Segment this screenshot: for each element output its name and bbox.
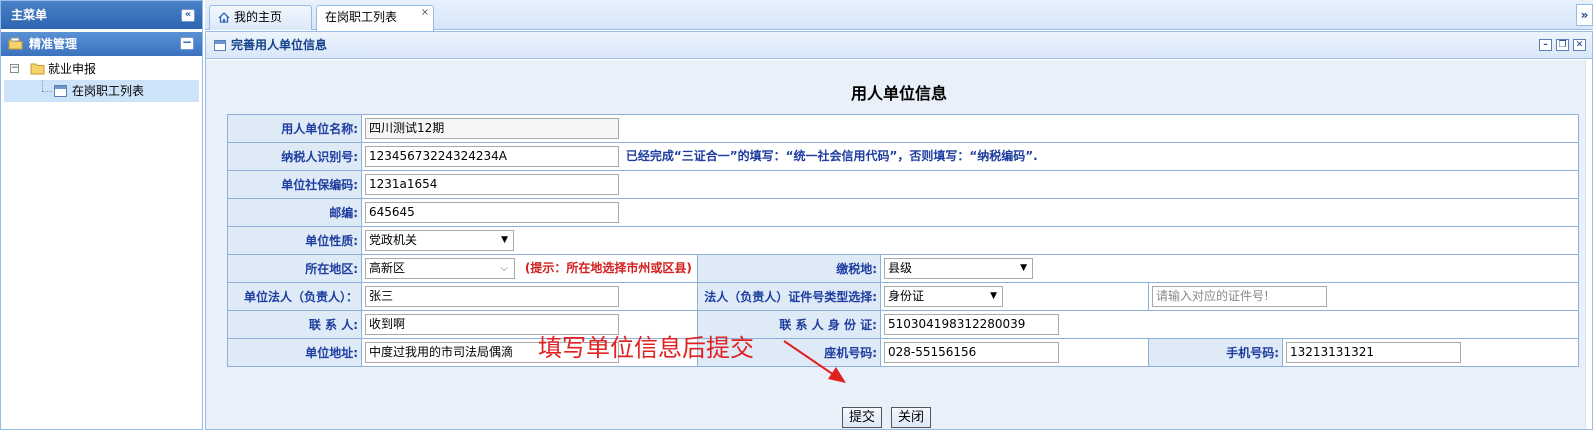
form-row: 纳税人识别号: 12345673224324234A 已经完成“三证合一”的填写… <box>227 142 1580 171</box>
form-heading: 用人单位信息 <box>850 84 947 103</box>
landline-field[interactable]: 028-55156156 <box>884 342 1059 363</box>
region-hint: (提示：所在地选择市州或区县) <box>524 261 692 275</box>
taxpayer-id-label: 纳税人识别号: <box>227 142 362 171</box>
sidebar-header: 主菜单 « <box>1 1 202 29</box>
contact-label: 联 系 人: <box>227 310 362 339</box>
tab-my-home[interactable]: 我的主页 <box>209 5 312 30</box>
tax-place-select[interactable]: 县级 ▼ <box>884 258 1033 279</box>
tab-bar: 我的主页 在岗职工列表 × » <box>205 0 1593 31</box>
submit-button[interactable]: 提交 <box>842 407 882 428</box>
legal-person-label: 单位法人（负责人）： <box>227 282 362 311</box>
tab-employee-list[interactable]: 在岗职工列表 × <box>316 5 434 31</box>
form-row: 单位性质: 党政机关 ▼ <box>227 226 1580 255</box>
id-type-value: 身份证 <box>888 289 925 303</box>
tree-connector <box>42 91 52 92</box>
form-cell: 党政机关 ▼ <box>360 226 1580 255</box>
tree-node-employee-list[interactable]: 在岗职工列表 <box>4 80 199 102</box>
tab-label: 在岗职工列表 <box>325 10 398 24</box>
mobile-field[interactable]: 13213131321 <box>1286 342 1461 363</box>
close-tab-icon[interactable]: × <box>420 8 430 18</box>
contact-id-field[interactable]: 510304198312280039 <box>884 314 1059 335</box>
form-cell: 张三 <box>361 282 698 311</box>
tab-label: 我的主页 <box>234 10 283 24</box>
form-cell: 028-55156156 <box>880 338 1149 367</box>
form-window: 完善用人单位信息 – ❐ ✕ 用人单位信息 用人单位名称: 四川测试12期 纳税人识… <box>205 31 1593 430</box>
dropdown-arrow-icon: ▼ <box>1020 263 1027 273</box>
annotation-text: 填写单位信息后提交 <box>538 334 754 362</box>
dropdown-arrow-icon: ▼ <box>990 291 997 301</box>
sidebar: 主菜单 « 精准管理 − − 就业申报 在岗职工列表 <box>0 0 203 430</box>
form-page-icon <box>54 85 67 97</box>
form-cell: 身份证 ▼ <box>880 282 1149 311</box>
tax-place-value: 县级 <box>888 261 913 275</box>
address-label: 单位地址: <box>227 338 362 367</box>
close-button[interactable]: 关闭 <box>891 407 931 428</box>
form-cell: 510304198312280039 <box>879 310 1580 339</box>
id-type-select[interactable]: 身份证 ▼ <box>884 286 1003 307</box>
taxpayer-id-field[interactable]: 12345673224324234A <box>365 146 619 167</box>
form-row: 邮编: 645645 <box>227 198 1580 227</box>
company-name-label: 用人单位名称: <box>227 114 362 143</box>
form-cell: 请输入对应的证件号! <box>1147 282 1580 311</box>
social-security-code-label: 单位社保编码: <box>227 170 362 199</box>
form-cell: 县级 ▼ <box>879 254 1580 283</box>
tree-node-label: 在岗职工列表 <box>72 84 145 98</box>
window-header: 完善用人单位信息 – ❐ ✕ <box>206 32 1592 59</box>
form-row: 用人单位名称: 四川测试12期 <box>227 114 1580 143</box>
minimize-icon[interactable]: – <box>1539 39 1552 51</box>
form-cell: 13213131321 <box>1281 338 1580 367</box>
id-type-label: 法人（负责人）证件号类型选择: <box>697 282 881 311</box>
form-cell: 645645 <box>360 198 1580 227</box>
form-row: 单位社保编码: 1231a1654 <box>227 170 1580 199</box>
scrollbar[interactable] <box>1585 60 1592 429</box>
region-label: 所在地区: <box>227 254 362 283</box>
form-cell: 1231a1654 <box>360 170 1580 199</box>
form-row: 联 系 人: 收到啊 联 系 人 身 份 证: 5103041983122800… <box>227 310 1580 339</box>
unit-type-label: 单位性质: <box>227 226 362 255</box>
legal-person-field[interactable]: 张三 <box>365 286 619 307</box>
window-title: 完善用人单位信息 <box>231 38 328 52</box>
form-row: 单位地址: 中度过我用的市司法局偶滴 座机号码: 028-55156156 手机… <box>227 338 1580 367</box>
accordion-section-header[interactable]: 精准管理 − <box>1 32 202 56</box>
tree-node-employment-report[interactable]: − 就业申报 <box>1 58 202 80</box>
accordion-section-title: 精准管理 <box>29 37 78 51</box>
company-info-form: 用人单位名称: 四川测试12期 纳税人识别号: 1234567322432423… <box>227 114 1580 367</box>
home-icon <box>218 12 230 23</box>
company-name-field[interactable]: 四川测试12期 <box>365 118 619 139</box>
tax-place-label: 缴税地: <box>697 254 881 283</box>
close-window-icon[interactable]: ✕ <box>1573 39 1586 51</box>
collapse-double-chevron-icon[interactable]: « <box>181 9 195 22</box>
mobile-label: 手机号码: <box>1148 338 1283 367</box>
postcode-field[interactable]: 645645 <box>365 202 619 223</box>
postcode-label: 邮编: <box>227 198 362 227</box>
tree-collapse-toggle-icon[interactable]: − <box>10 64 19 73</box>
form-cell: 12345673224324234A 已经完成“三证合一”的填写：“统一社会信用… <box>360 142 1580 171</box>
sidebar-title: 主菜单 <box>11 8 48 22</box>
minus-icon[interactable]: − <box>180 36 194 50</box>
folder-icon <box>8 37 23 50</box>
restore-icon[interactable]: ❐ <box>1556 39 1569 51</box>
id-number-field[interactable]: 请输入对应的证件号! <box>1152 286 1327 307</box>
tab-list-dropdown-icon[interactable]: » <box>1576 4 1593 26</box>
menu-tree: − 就业申报 在岗职工列表 <box>1 56 202 102</box>
chevron-down-icon: ⌵ <box>500 263 508 274</box>
region-value: 高新区 <box>369 261 406 275</box>
window-body: 用人单位信息 用人单位名称: 四川测试12期 纳税人识别号: 123456732… <box>206 60 1592 429</box>
form-cell: 高新区 ⌵ (提示：所在地选择市州或区县) <box>361 254 698 283</box>
region-select[interactable]: 高新区 ⌵ <box>365 258 515 279</box>
dropdown-arrow-icon: ▼ <box>501 235 508 245</box>
form-icon <box>214 40 226 51</box>
form-cell: 四川测试12期 <box>360 114 1580 143</box>
form-row: 单位法人（负责人）： 张三 法人（负责人）证件号类型选择: 身份证 ▼ 请输入对… <box>227 282 1580 311</box>
form-row: 所在地区: 高新区 ⌵ (提示：所在地选择市州或区县) 缴税地: 县级 ▼ <box>227 254 1580 283</box>
annotation-arrow-icon <box>783 340 846 383</box>
social-security-code-field[interactable]: 1231a1654 <box>365 174 619 195</box>
tree-node-label: 就业申报 <box>48 62 97 76</box>
folder-open-icon <box>30 63 45 75</box>
tree-connector <box>42 80 43 91</box>
unit-type-value: 党政机关 <box>369 233 418 247</box>
unit-type-select[interactable]: 党政机关 ▼ <box>365 230 514 251</box>
taxpayer-id-hint: 已经完成“三证合一”的填写：“统一社会信用代码”，否则填写：“纳税编码”. <box>625 149 1038 163</box>
